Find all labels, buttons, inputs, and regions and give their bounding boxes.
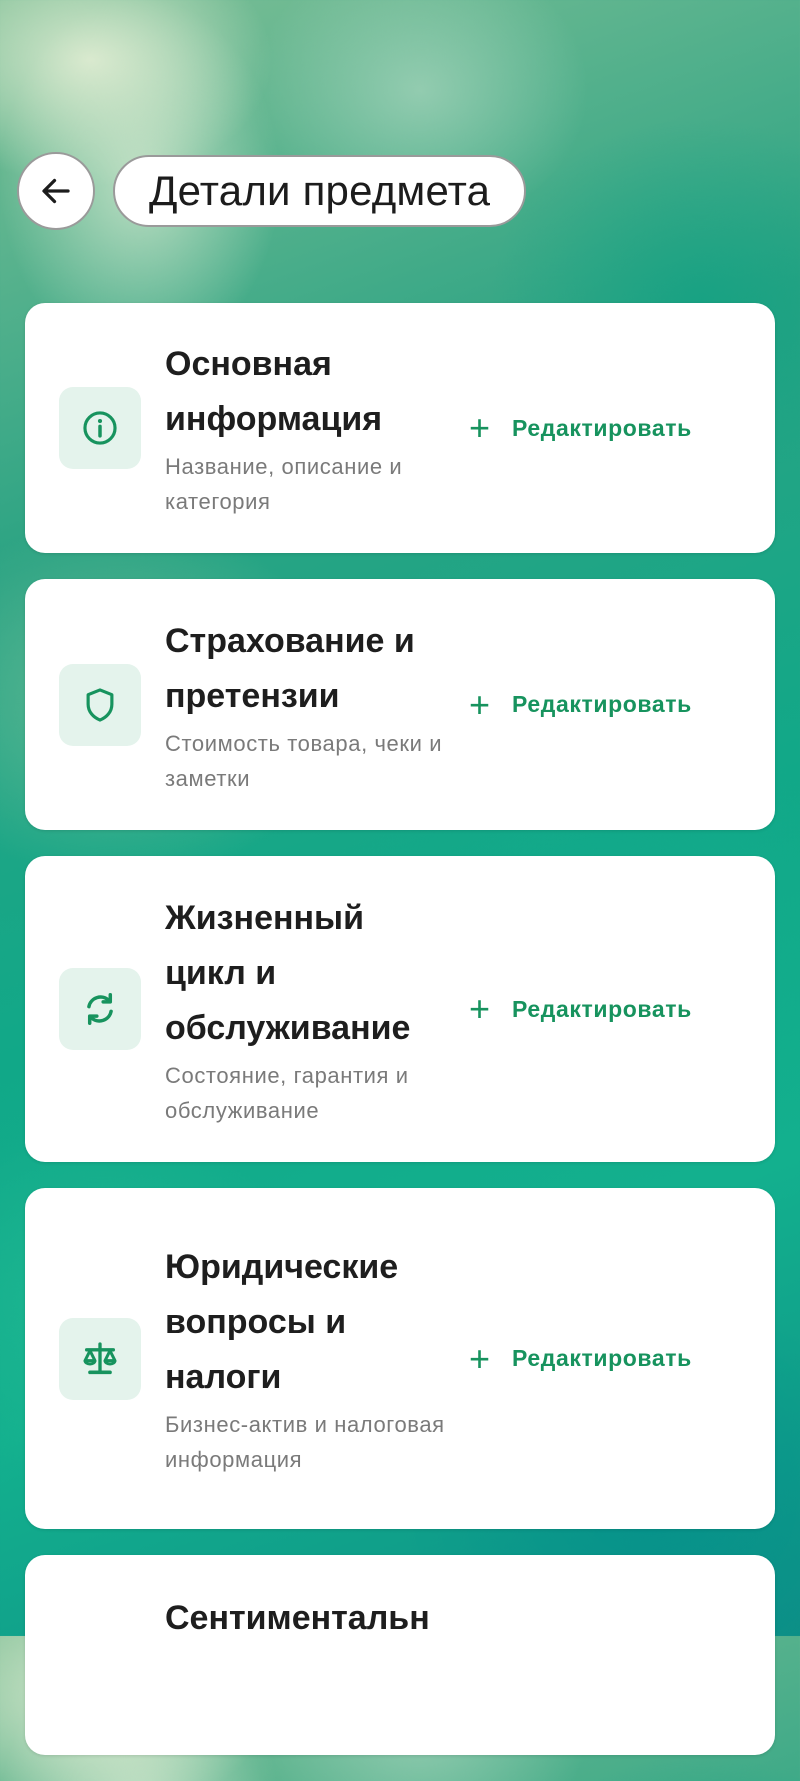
section-card-sentimental[interactable]: Сентиментальн	[25, 1555, 775, 1755]
section-subtitle: Бизнес-актив и налоговая информация	[165, 1412, 445, 1472]
section-subtitle: Стоимость товара, чеки и заметки	[165, 730, 443, 791]
plus-icon: +	[469, 1337, 491, 1379]
section-subtitle: Название, описание и категория	[165, 454, 403, 514]
scale-icon	[83, 1341, 117, 1374]
section-card-basic-info[interactable]: Основная информация Название, описание и…	[25, 303, 775, 553]
edit-label: Редактировать	[512, 414, 692, 441]
section-subtitle: Состояние, гарантия и обслуживание	[165, 1062, 409, 1123]
page-title-pill: Детали предмета	[113, 155, 527, 227]
section-text: Основная информация Название, описание и…	[165, 337, 445, 519]
section-card-insurance[interactable]: Страхование и претензии Стоимость товара…	[25, 579, 775, 830]
edit-button-basic-info[interactable]: + Редактировать	[469, 410, 692, 446]
section-title: Жизненный цикл и обслуживание	[165, 898, 411, 1047]
section-text: Сентиментальн	[165, 1591, 465, 1646]
plus-icon: +	[469, 683, 491, 725]
plus-icon: +	[469, 988, 491, 1029]
top-bar: Детали предмета	[17, 152, 527, 230]
section-text: Жизненный цикл и обслуживание Состояние,…	[165, 891, 445, 1128]
edit-button-insurance[interactable]: + Редактировать	[469, 683, 692, 725]
section-text: Юридические вопросы и налоги Бизнес-акти…	[165, 1240, 445, 1477]
section-title: Страхование и претензии	[165, 621, 415, 715]
arrow-left-icon	[42, 178, 70, 204]
section-title: Юридические вопросы и налоги	[165, 1248, 399, 1396]
edit-button-lifecycle[interactable]: + Редактировать	[469, 991, 692, 1027]
section-list: Основная информация Название, описание и…	[25, 303, 775, 1781]
refresh-icon	[87, 993, 113, 1025]
section-text: Страхование и претензии Стоимость товара…	[165, 614, 445, 796]
section-icon-box	[59, 968, 141, 1050]
section-card-legal-tax[interactable]: Юридические вопросы и налоги Бизнес-акти…	[25, 1188, 775, 1529]
edit-label: Редактировать	[512, 691, 692, 717]
shield-icon	[86, 687, 114, 722]
section-title: Сентиментальн	[165, 1599, 430, 1637]
plus-icon: +	[469, 407, 491, 448]
section-icon-box	[59, 663, 141, 746]
info-icon	[83, 411, 117, 445]
back-button[interactable]	[17, 152, 95, 230]
edit-label: Редактировать	[512, 1345, 692, 1371]
edit-label: Редактировать	[512, 995, 692, 1022]
section-icon-box	[59, 1317, 141, 1400]
section-card-lifecycle[interactable]: Жизненный цикл и обслуживание Состояние,…	[25, 856, 775, 1162]
section-title: Основная информация	[165, 345, 383, 438]
section-icon-box	[59, 387, 141, 469]
page-title: Детали предмета	[149, 167, 491, 214]
edit-button-legal-tax[interactable]: + Редактировать	[469, 1337, 692, 1379]
